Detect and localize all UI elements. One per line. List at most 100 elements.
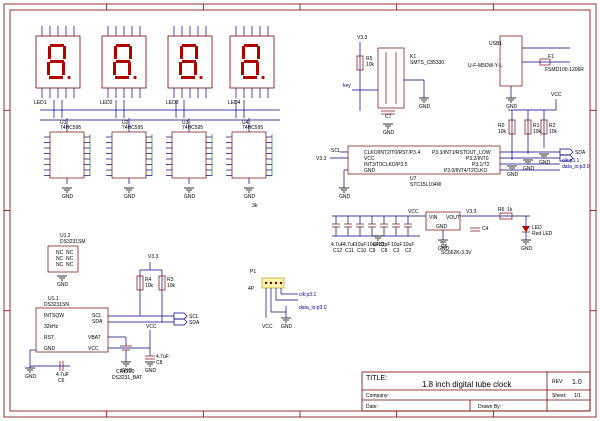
power-capacitors: 4.7uFC124.7uFC1110uFC1010uFC933pFC810uFC… xyxy=(331,216,414,254)
rtc-v33: V3.3 xyxy=(148,254,159,260)
power-cap-ref: C11 xyxy=(345,248,354,254)
p1-vcc: VCC xyxy=(262,324,273,330)
connector-section: P1 4P clk:p3.1 data_io:p3.0 VCC xyxy=(248,269,327,330)
ground-symbol: GND xyxy=(145,361,157,374)
sr-part: 74HC595 xyxy=(242,125,263,131)
rtc-sda-port: SDA xyxy=(189,320,200,326)
ground-symbol: GND xyxy=(62,187,74,200)
rtc-pin3: RST xyxy=(44,335,54,341)
title-block: TITLE: 1.8 inch digital tube clock REV: … xyxy=(361,371,591,412)
svg-text:GND: GND xyxy=(62,194,74,200)
led-ref: LED3 xyxy=(166,100,179,106)
rtc-pin4: GND xyxy=(44,346,56,352)
svg-text:GND: GND xyxy=(339,194,351,200)
svg-text:GND: GND xyxy=(521,246,533,252)
c4-ref: C4 xyxy=(482,226,489,232)
svg-text:GND: GND xyxy=(438,246,450,252)
svg-text:GND: GND xyxy=(523,166,535,172)
power-cap-ref: C9 xyxy=(369,248,376,254)
svg-text:GND: GND xyxy=(281,324,293,330)
svg-text:GND: GND xyxy=(184,194,196,200)
p1-net1: clk:p3.1 xyxy=(299,292,316,298)
r2-value: 10k xyxy=(549,129,558,135)
svg-text:GND: GND xyxy=(145,368,157,374)
mcu-section: CLKO/INT2/T0/RST/P3.4 VCC INT3/T0CLKO/P3… xyxy=(316,145,590,188)
ground-symbol: GND xyxy=(419,97,431,110)
ground-symbol: GND xyxy=(184,187,196,200)
rtc-pin7: VBAT xyxy=(88,335,101,341)
button-k1 xyxy=(377,47,405,109)
seven-segment-displays: LED1 LED2 LED3 LED4 xyxy=(34,26,275,106)
drawn-label: Drawn By: xyxy=(478,404,501,410)
svg-text:GND: GND xyxy=(383,130,395,136)
ground-symbol: GND xyxy=(373,235,385,248)
rtc-part: DS3231SN xyxy=(44,302,69,308)
sheet-label: Sheet: xyxy=(552,393,566,399)
power-cap-ref: C10 xyxy=(357,248,366,254)
rev-value: 1.0 xyxy=(572,379,582,386)
ground-symbol: GND xyxy=(438,239,450,252)
title-text: 1.8 inch digital tube clock xyxy=(422,380,512,389)
power-cap-ref: C12 xyxy=(333,248,342,254)
power-v33: V3.3 xyxy=(466,209,477,215)
mcu-part: STC15L104W xyxy=(410,182,442,188)
r4-value: 10k xyxy=(145,283,154,289)
ground-symbol: GND xyxy=(25,367,37,380)
pullup-vcc: VCC xyxy=(551,92,562,98)
seven-segment-display: LED2 xyxy=(100,26,147,106)
seven-segment-display: LED1 xyxy=(34,26,81,106)
rtc-pin8: VCC xyxy=(88,346,99,352)
svg-text:GND: GND xyxy=(121,368,133,374)
mcu-pin-right4: P3.0/INT4/T2CLKO xyxy=(444,168,487,174)
mcu-v33: V3.3 xyxy=(316,156,327,162)
power-led xyxy=(522,226,530,232)
title-block-frame xyxy=(361,371,591,412)
shift-registers: U174HC595 U274HC595 U374HC595 U474HC595 xyxy=(40,100,280,184)
rtc-pin6: SDA xyxy=(92,319,103,325)
usb-ref: USB1 xyxy=(489,41,502,47)
mcu-scl: SCL xyxy=(331,148,341,154)
sr-part: 74HC595 xyxy=(60,125,81,131)
c6-ref: C6 xyxy=(58,378,65,384)
r6-ref: R6 xyxy=(498,207,505,213)
k1-part: SMTS_C85330 xyxy=(410,60,444,66)
usb-connector xyxy=(499,35,523,87)
f1-ref: F1 xyxy=(548,54,554,60)
svg-text:GND: GND xyxy=(539,160,551,166)
ground-symbol: GND xyxy=(523,159,535,172)
led-ref: LED2 xyxy=(100,100,113,106)
pullup-section: VCC R0 10k R1 10k R2 10k xyxy=(498,92,562,160)
r6-value: 1k xyxy=(507,207,513,213)
svg-text:GND: GND xyxy=(507,172,519,178)
rtc-pin2: 32kHz xyxy=(44,324,59,330)
rev-label: REV: xyxy=(552,379,563,385)
sr-part: 74HC595 xyxy=(182,125,203,131)
svg-text:GND: GND xyxy=(506,104,518,110)
r1-value: 10k xyxy=(533,129,542,135)
sr-part: 74HC595 xyxy=(122,125,143,131)
company-label: Company: xyxy=(366,393,389,399)
shift-register: U474HC595 xyxy=(226,100,273,184)
p1-net2: data_io:p3.0 xyxy=(299,305,327,311)
svg-text:GND: GND xyxy=(124,194,136,200)
seven-segment-display: LED4 xyxy=(228,26,275,106)
svg-text:NC: NC xyxy=(66,262,74,268)
date-label: Date: xyxy=(366,404,378,410)
r3-value: 10k xyxy=(167,283,176,289)
c7-ref: C7 xyxy=(385,114,392,120)
battery-ref: DS3231_BAT xyxy=(112,375,142,381)
ground-symbol: GND xyxy=(281,317,293,330)
ground-symbols: GND GND GND GND GND GND GND GND GND GND GND GND GND G… xyxy=(25,97,551,380)
mcu-pin-left4: GND xyxy=(364,168,376,174)
r0-value: 10k xyxy=(498,129,507,135)
ground-symbol: GND xyxy=(57,275,69,288)
stray-3k-label: 3k xyxy=(252,203,258,209)
shift-register: U174HC595 xyxy=(44,100,91,184)
power-cap-ref: C3 xyxy=(393,248,400,254)
shift-register: U374HC595 xyxy=(166,100,213,184)
rtc-vcc: VCC xyxy=(146,324,157,330)
ground-symbol: GND xyxy=(539,153,551,166)
shift-register: U274HC595 xyxy=(106,100,153,184)
ldo-vout: VOUT xyxy=(446,215,460,221)
ground-symbol: GND xyxy=(339,187,351,200)
